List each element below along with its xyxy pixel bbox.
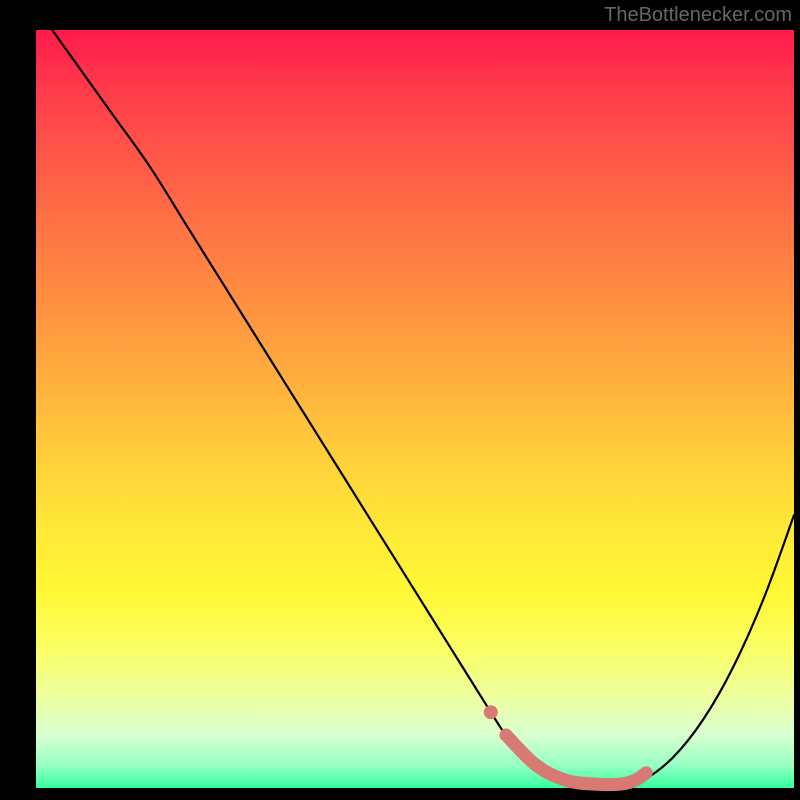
optimal-range-highlight	[506, 735, 646, 785]
curve-svg	[36, 30, 794, 788]
bottleneck-curve-path	[36, 7, 794, 784]
attribution-text: TheBottlenecker.com	[604, 4, 792, 27]
plot-area	[36, 30, 794, 788]
chart-container: TheBottlenecker.com	[0, 0, 800, 800]
highlight-start-dot	[484, 705, 498, 719]
